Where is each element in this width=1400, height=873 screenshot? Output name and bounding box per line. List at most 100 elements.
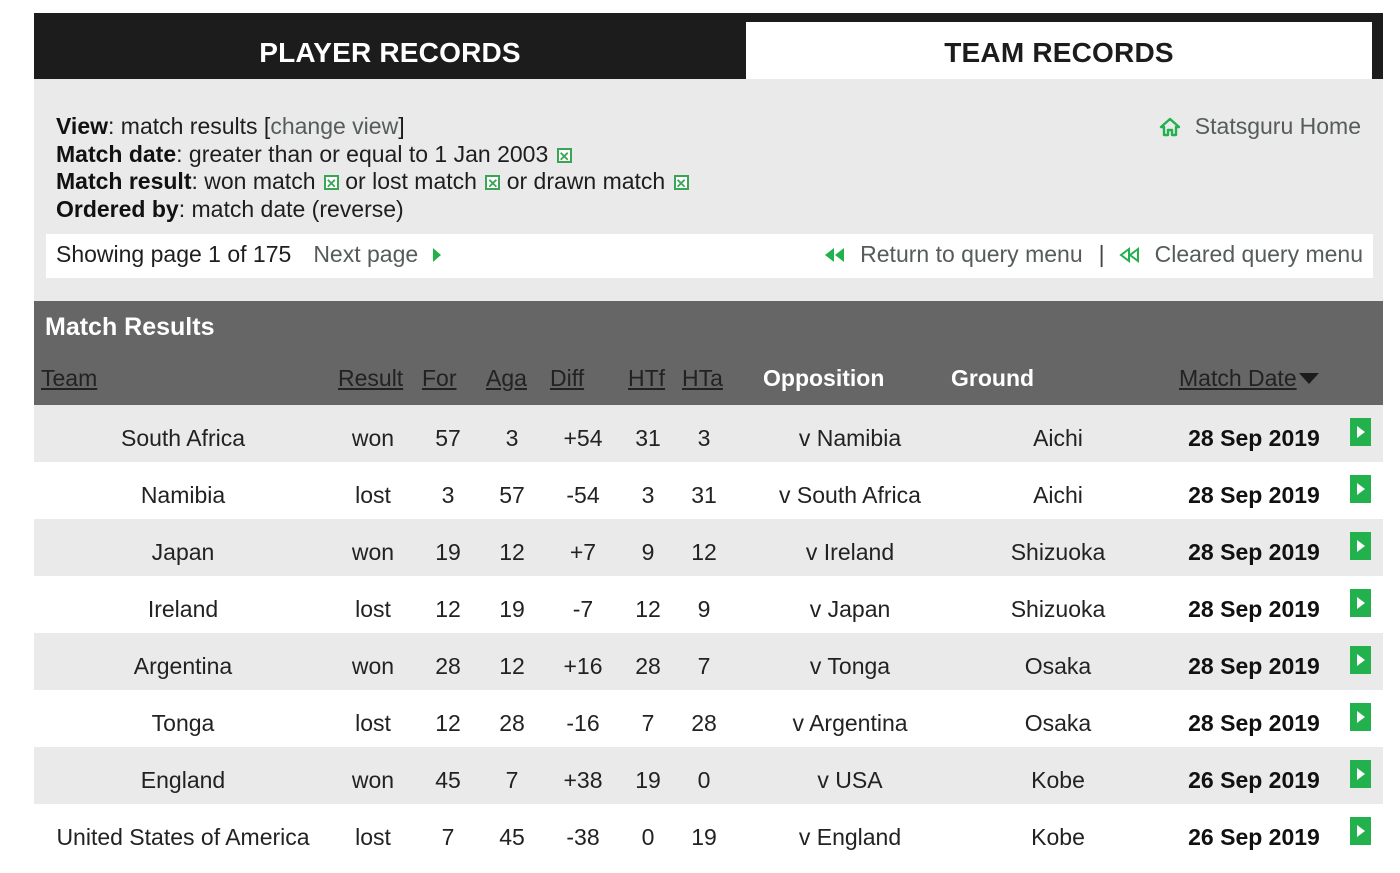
column-header-aga[interactable]: Aga: [486, 365, 527, 392]
match-date-cell: 28 Sep 2019: [1188, 539, 1320, 565]
filter-view: View: match results [change view]: [56, 113, 689, 141]
change-view-link[interactable]: change view: [270, 113, 398, 139]
points-against-cell: 19: [499, 596, 525, 622]
team-cell: South Africa: [120, 425, 246, 451]
result-cell: won: [351, 767, 395, 793]
pager-left: Showing page 1 of 175 Next page: [56, 241, 442, 268]
halftime-against-cell: 9: [697, 596, 711, 622]
column-header-diff[interactable]: Diff: [550, 365, 584, 392]
points-diff-cell: -38: [566, 824, 600, 850]
points-for-cell: 12: [435, 596, 461, 622]
points-for-cell: 7: [441, 824, 455, 850]
match-detail-play-icon[interactable]: [1350, 817, 1371, 845]
team-cell: Japan: [151, 539, 215, 565]
table-row: Ireland lost 12 19 -7 12 9 v Japan Shizuoka 28 Se…: [34, 576, 1383, 633]
halftime-against-cell: 12: [691, 539, 717, 565]
halftime-for-cell: 9: [641, 539, 655, 565]
query-filters: View: match results [change view] Match …: [56, 113, 689, 223]
halftime-against-cell: 7: [697, 653, 711, 679]
match-detail-play-icon[interactable]: [1350, 703, 1371, 731]
halftime-against-cell: 28: [691, 710, 717, 736]
points-against-cell: 57: [499, 482, 525, 508]
match-date-cell: 28 Sep 2019: [1188, 596, 1320, 622]
cleared-query-menu-link[interactable]: Cleared query menu: [1118, 241, 1363, 268]
team-cell: Argentina: [133, 653, 233, 679]
result-cell: won: [351, 539, 395, 565]
points-diff-cell: +38: [563, 767, 603, 793]
opposition-cell: v Japan: [809, 596, 891, 622]
points-for-cell: 3: [441, 482, 455, 508]
remove-drawn-filter-icon[interactable]: ✕: [673, 175, 689, 191]
opposition-cell: v Namibia: [798, 425, 902, 451]
filter-ordered-by: Ordered by: match date (reverse): [56, 196, 689, 224]
query-summary-panel: View: match results [change view] Match …: [34, 79, 1383, 301]
halftime-for-cell: 0: [641, 824, 655, 850]
match-results-table: Match Results Team Result For Aga Diff H…: [34, 301, 1383, 861]
ground-cell: Aichi: [1033, 482, 1083, 508]
next-page-link[interactable]: Next page: [313, 241, 442, 268]
points-against-cell: 45: [499, 824, 525, 850]
column-header-for[interactable]: For: [422, 365, 457, 392]
halftime-for-cell: 12: [635, 596, 661, 622]
table-row: United States of America lost 7 45 -38 0 19 v E…: [34, 804, 1383, 861]
match-detail-play-icon[interactable]: [1350, 418, 1371, 446]
points-for-cell: 45: [435, 767, 461, 793]
column-header-hta[interactable]: HTa: [682, 365, 723, 392]
tab-team-records[interactable]: TEAM RECORDS: [746, 22, 1372, 79]
points-against-cell: 28: [499, 710, 525, 736]
tab-player-records[interactable]: PLAYER RECORDS: [34, 13, 746, 79]
opposition-cell: v South Africa: [779, 482, 921, 508]
remove-won-filter-icon[interactable]: ✕: [323, 175, 339, 191]
result-cell: lost: [355, 824, 391, 850]
points-diff-cell: +7: [569, 539, 597, 565]
match-date-cell: 28 Sep 2019: [1188, 425, 1320, 451]
results-rows: South Africa won 57 3 +54 31 3 v Namibia Aichi 28…: [34, 405, 1383, 861]
match-date-cell: 28 Sep 2019: [1188, 710, 1320, 736]
result-cell: lost: [355, 710, 391, 736]
next-page-label: Next page: [313, 241, 419, 267]
match-detail-play-icon[interactable]: [1350, 646, 1371, 674]
points-diff-cell: +16: [563, 653, 603, 679]
filter-view-bracket: ]: [398, 113, 405, 139]
filter-match-date: Match date: greater than or equal to 1 J…: [56, 141, 689, 169]
points-against-cell: 12: [499, 653, 525, 679]
match-detail-play-icon[interactable]: [1350, 532, 1371, 560]
team-cell: England: [140, 767, 226, 793]
pager-separator: |: [1098, 241, 1105, 267]
remove-match-date-filter-icon[interactable]: ✕: [556, 147, 572, 163]
match-detail-play-icon[interactable]: [1350, 760, 1371, 788]
match-detail-play-icon[interactable]: [1350, 475, 1371, 503]
filter-ordered-by-label: Ordered by: [56, 195, 179, 222]
opposition-cell: v England: [798, 824, 902, 850]
statsguru-home-link[interactable]: Statsguru Home: [1159, 113, 1361, 140]
points-for-cell: 28: [435, 653, 461, 679]
remove-lost-filter-icon[interactable]: ✕: [485, 175, 501, 191]
ground-cell: Shizuoka: [1010, 596, 1106, 622]
match-detail-play-icon[interactable]: [1350, 589, 1371, 617]
sort-descending-icon: [1298, 373, 1319, 384]
statsguru-home-label: Statsguru Home: [1194, 113, 1361, 139]
column-header-result[interactable]: Result: [338, 365, 403, 392]
column-header-team[interactable]: Team: [41, 365, 97, 392]
pager-bar: Showing page 1 of 175 Next page Return t…: [46, 234, 1373, 278]
ground-cell: Aichi: [1033, 425, 1083, 451]
page-status: Showing page 1 of 175: [56, 241, 292, 267]
points-against-cell: 3: [505, 425, 519, 451]
filter-result-lost: or lost match: [345, 168, 477, 194]
records-tabs: PLAYER RECORDS TEAM RECORDS: [34, 13, 1383, 79]
table-row: Tonga lost 12 28 -16 7 28 v Argentina Osaka 28 Se…: [34, 690, 1383, 747]
halftime-against-cell: 19: [691, 824, 717, 850]
column-header-opposition: Opposition: [763, 365, 885, 391]
team-cell: Namibia: [140, 482, 226, 508]
opposition-cell: v Ireland: [805, 539, 895, 565]
ground-cell: Osaka: [1024, 653, 1092, 679]
result-cell: won: [351, 653, 395, 679]
results-title: Match Results: [45, 313, 215, 341]
points-diff-cell: +54: [563, 425, 603, 451]
results-header: Match Results Team Result For Aga Diff H…: [34, 301, 1383, 405]
column-header-htf[interactable]: HTf: [628, 365, 665, 392]
table-row: Argentina won 28 12 +16 28 7 v Tonga Osaka 28 Sep…: [34, 633, 1383, 690]
column-header-match-date[interactable]: Match Date: [1179, 365, 1319, 392]
match-date-cell: 28 Sep 2019: [1188, 653, 1320, 679]
return-query-menu-link[interactable]: Return to query menu: [824, 241, 1083, 268]
